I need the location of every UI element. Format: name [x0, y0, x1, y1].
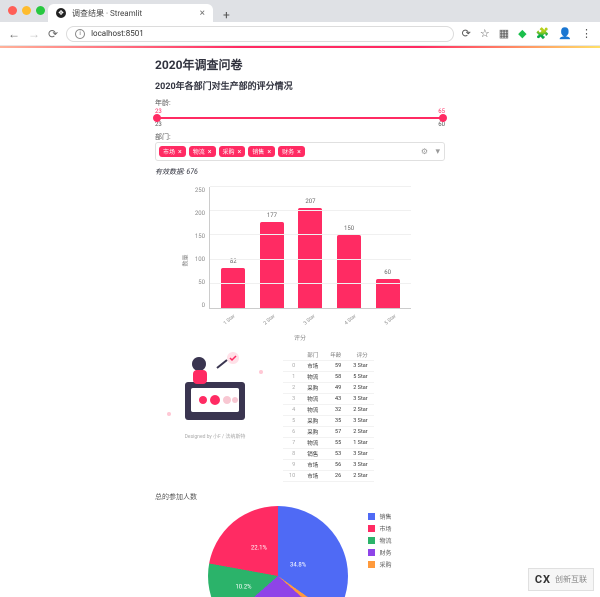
url-text: localhost:8501 [91, 29, 144, 38]
participation-pie-chart: 34.8% 1.77% 37% 10.2% 22.1% [208, 506, 348, 597]
chip-remove-icon[interactable]: × [238, 148, 242, 156]
forward-button[interactable]: → [28, 27, 40, 41]
browser-tab[interactable]: ❖ 调查结果 · Streamlit × [48, 4, 213, 22]
age-slider[interactable] [155, 117, 445, 119]
table-row: 6采购572 Star [283, 427, 374, 438]
dept-chip[interactable]: 市场× [159, 146, 186, 157]
table-row: 5采购353 Star [283, 416, 374, 427]
table-row: 8销售533 Star [283, 449, 374, 460]
shield-icon[interactable]: ◆ [518, 27, 526, 40]
pie-label-0: 34.8% [290, 561, 306, 568]
tab-favicon: ❖ [56, 8, 66, 18]
legend-item: 采购 [368, 560, 391, 569]
bar-xlabel: 评分 [155, 333, 445, 342]
minimize-window-button[interactable] [22, 6, 31, 15]
table-row: 0市场593 Star [283, 361, 374, 372]
pie-label-1: 22.1% [251, 545, 267, 552]
maximize-window-button[interactable] [36, 6, 45, 15]
table-row: 4物流322 Star [283, 405, 374, 416]
table-row: 3物流433 Star [283, 394, 374, 405]
close-window-button[interactable] [8, 6, 17, 15]
legend-item: 销售 [368, 512, 391, 521]
table-header: 年龄 [324, 350, 347, 361]
table-header [283, 350, 301, 361]
age-slider-label: 年龄: [155, 98, 445, 108]
table-header: 部门 [301, 350, 324, 361]
table-row: 9市场563 Star [283, 460, 374, 471]
multiselect-settings-icon[interactable]: ⚙ [421, 147, 428, 156]
legend-item: 物流 [368, 536, 391, 545]
page-subtitle: 2020年各部门对生产部的评分情况 [155, 79, 445, 92]
bar: 150 [337, 235, 361, 308]
page-title: 2020年调查问卷 [155, 56, 445, 73]
pie-section-label: 总的参加人数 [155, 492, 445, 502]
dept-chip[interactable]: 财务× [278, 146, 305, 157]
dept-label: 部门: [155, 132, 445, 142]
pie-label-3: 10.2% [235, 584, 251, 591]
legend-item: 财务 [368, 548, 391, 557]
address-bar[interactable]: i localhost:8501 [66, 26, 454, 42]
tab-title: 调查结果 · Streamlit [72, 8, 142, 19]
puzzle-icon[interactable]: 🧩 [536, 27, 550, 40]
window-controls [8, 6, 45, 15]
browser-toolbar: ← → ⟳ i localhost:8501 ⟳ ☆ ▦ ◆ 🧩 👤 ⋮ [0, 22, 600, 46]
chip-remove-icon[interactable]: × [267, 148, 271, 156]
slider-thumb-high[interactable] [439, 114, 447, 122]
dept-chip[interactable]: 物流× [189, 146, 216, 157]
table-row: 7物流551 Star [283, 438, 374, 449]
illustration: Designed by 小F / 法纳斯特 [155, 350, 275, 450]
dept-multiselect[interactable]: 市场×物流×采购×销售×财务× ⚙ ▾ [155, 142, 445, 161]
star-icon[interactable]: ☆ [480, 27, 490, 40]
chevron-down-icon[interactable]: ▾ [435, 147, 440, 157]
ratings-bar-chart: 数量 250200150100500 8217720715060 1 Star2… [185, 181, 415, 331]
valid-count: 有效数据: 676 [155, 167, 445, 177]
watermark: CX 创新互联 [528, 568, 594, 591]
table-row: 10市场262 Star [283, 471, 374, 482]
reload-button[interactable]: ⟳ [48, 27, 58, 41]
table-row: 2采购492 Star [283, 383, 374, 394]
bar: 82 [221, 268, 245, 308]
data-table: 部门年龄评分 0市场593 Star1物流585 Star2采购492 Star… [283, 350, 374, 482]
site-info-icon[interactable]: i [75, 29, 85, 39]
chip-remove-icon[interactable]: × [297, 148, 301, 156]
browser-tab-bar: ❖ 调查结果 · Streamlit × + [0, 0, 600, 22]
extension-icon[interactable]: ▦ [499, 27, 509, 40]
pie-legend: 销售市场物流财务采购 [368, 512, 391, 569]
dept-chip[interactable]: 采购× [219, 146, 246, 157]
slider-val-low: 23 [155, 121, 162, 128]
legend-item: 市场 [368, 524, 391, 533]
illustration-caption: Designed by 小F / 法纳斯特 [155, 433, 275, 440]
dept-chip[interactable]: 销售× [248, 146, 275, 157]
back-button[interactable]: ← [8, 27, 20, 41]
menu-icon[interactable]: ⋮ [581, 27, 592, 40]
table-header: 评分 [347, 350, 373, 361]
slider-thumb-low[interactable] [153, 114, 161, 122]
slider-val-high: 60 [438, 121, 445, 128]
new-tab-button[interactable]: + [219, 8, 234, 22]
chip-remove-icon[interactable]: × [178, 148, 182, 156]
table-row: 1物流585 Star [283, 372, 374, 383]
update-icon[interactable]: ⟳ [462, 27, 471, 40]
close-tab-icon[interactable]: × [200, 8, 205, 19]
chip-remove-icon[interactable]: × [208, 148, 212, 156]
profile-icon[interactable]: 👤 [558, 27, 572, 40]
